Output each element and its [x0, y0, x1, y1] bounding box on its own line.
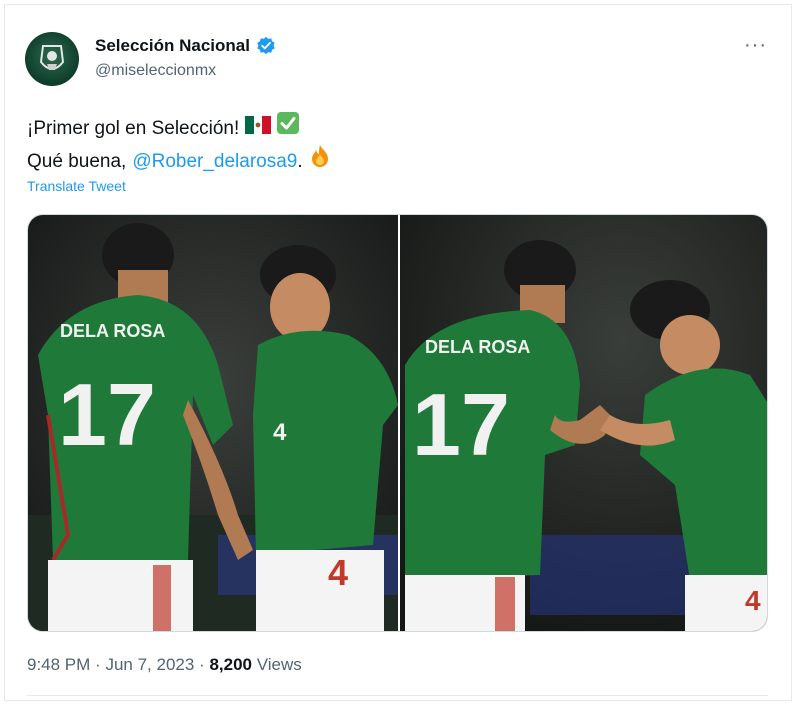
translate-tweet-link[interactable]: Translate Tweet: [27, 178, 126, 194]
tweet-time[interactable]: 9:48 PM: [27, 655, 90, 675]
views-count: 8,200: [209, 655, 252, 674]
svg-text:4: 4: [328, 552, 348, 593]
views-label: Views: [256, 655, 302, 674]
author-name[interactable]: Selección Nacional: [95, 36, 250, 56]
more-options-icon[interactable]: ···: [744, 34, 767, 57]
tweet-date[interactable]: Jun 7, 2023: [105, 655, 194, 675]
tweet-text-line2-prefix: Qué buena,: [27, 150, 127, 172]
divider: [27, 695, 768, 696]
tweet-text-line2-suffix: .: [297, 150, 303, 172]
jersey-name-photo1: DELA ROSA: [60, 321, 165, 341]
mexico-flag-icon: [245, 113, 272, 144]
tweet-text: ¡Primer gol en Selección! Qué buena, @Ro…: [27, 112, 331, 178]
author-handle[interactable]: @miseleccionmx: [95, 62, 216, 80]
jersey-number-photo2-front: 4: [745, 585, 761, 616]
tweet-meta: 9:48 PM · Jun 7, 2023 · 8,200 Views: [27, 655, 302, 675]
mention-link[interactable]: @Rober_delarosa9: [132, 146, 297, 177]
jersey-name-photo2: DELA ROSA: [425, 337, 530, 357]
tweet-text-line1: ¡Primer gol en Selección!: [27, 117, 240, 139]
jersey-number-photo1-back: 17: [58, 365, 156, 464]
federation-crest-icon: [39, 45, 65, 70]
author-name-row: Selección Nacional: [95, 36, 276, 56]
check-mark-icon: [277, 112, 300, 144]
photo-1[interactable]: DELA ROSA 17 4 4: [28, 215, 398, 631]
jersey-number-photo2-back: 17: [412, 375, 510, 474]
avatar[interactable]: [25, 32, 79, 86]
photo-2[interactable]: DELA ROSA 17 4: [400, 215, 767, 631]
verified-badge-icon: [256, 36, 276, 56]
media-grid: DELA ROSA 17 4 4 DELA ROSA 17 4: [27, 214, 768, 632]
fire-icon: [309, 144, 331, 178]
jersey-number-photo1-front: 4: [273, 419, 287, 446]
